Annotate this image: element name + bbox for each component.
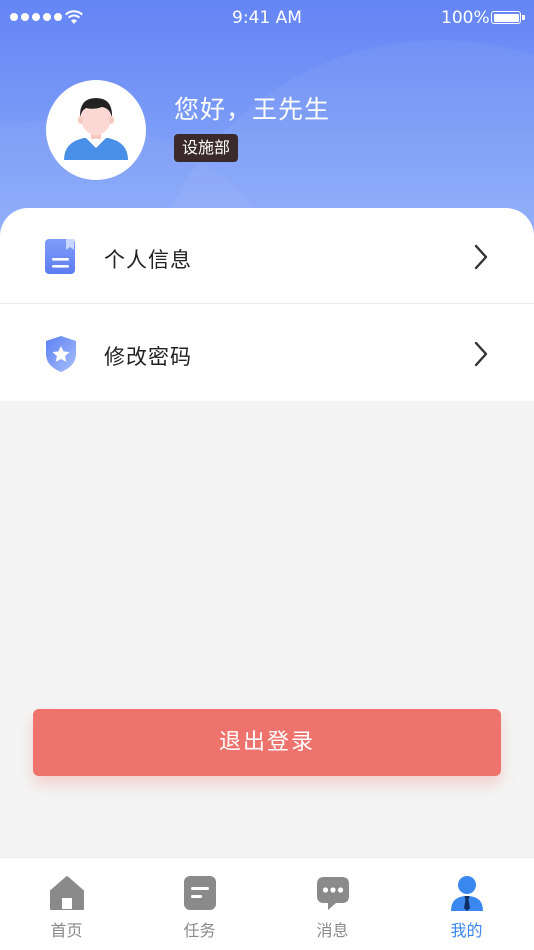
profile-screen: 9:41 AM 100% 您好，王先生 设施部 个人信息 修改密码 退出登录 首… [0, 0, 534, 950]
greeting-text: 您好，王先生 [174, 95, 331, 124]
tab-home[interactable]: 首页 [0, 858, 133, 950]
chevron-right-icon [474, 244, 488, 270]
settings-menu: 个人信息 修改密码 [0, 208, 534, 401]
bottom-tab-bar: 首页 任务 消息 我的 [0, 857, 534, 950]
tab-label: 任务 [183, 921, 216, 940]
chat-icon [317, 877, 349, 910]
avatar[interactable] [46, 80, 146, 180]
tab-task[interactable]: 任务 [133, 858, 266, 950]
user-icon [451, 876, 483, 911]
menu-item-label: 修改密码 [104, 345, 192, 369]
battery-percentage: 100% [441, 8, 490, 28]
home-icon [50, 876, 84, 910]
battery-icon [491, 11, 525, 24]
document-icon [45, 239, 75, 274]
menu-item-personal-info[interactable]: 个人信息 [0, 208, 534, 304]
tab-label: 首页 [50, 921, 83, 940]
task-icon [184, 876, 216, 910]
tab-messages[interactable]: 消息 [266, 858, 399, 950]
department-badge: 设施部 [174, 134, 239, 162]
chevron-right-icon [474, 341, 488, 367]
person-avatar-icon [64, 98, 128, 160]
logout-button[interactable]: 退出登录 [33, 709, 501, 776]
menu-item-label: 个人信息 [104, 248, 192, 272]
status-bar: 9:41 AM 100% [0, 0, 534, 36]
tab-mine[interactable]: 我的 [400, 858, 533, 950]
shield-star-icon [46, 336, 76, 372]
menu-item-change-password[interactable]: 修改密码 [0, 305, 534, 401]
tab-label: 消息 [316, 921, 349, 940]
tab-label: 我的 [450, 921, 483, 940]
